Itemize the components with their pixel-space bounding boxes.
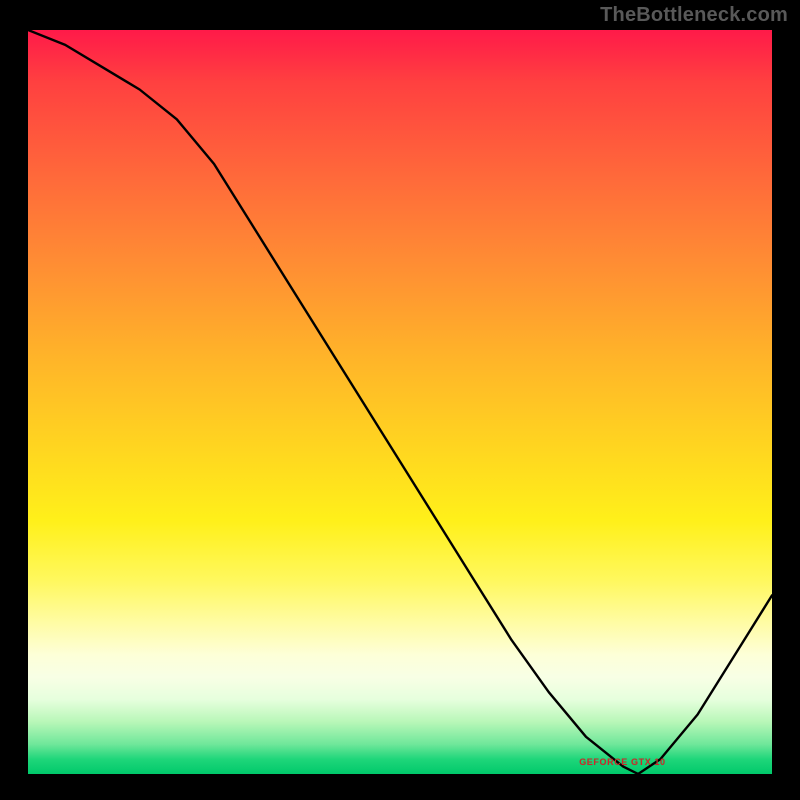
plot-frame: GEFORCE GTX 10 — [28, 30, 772, 774]
chart-root: TheBottleneck.com GEFORCE GTX 10 — [0, 0, 800, 800]
attribution-text: TheBottleneck.com — [600, 4, 788, 27]
series-layer — [28, 30, 772, 774]
plot-area: GEFORCE GTX 10 — [28, 30, 772, 774]
minima-annotation: GEFORCE GTX 10 — [579, 757, 665, 767]
bottleneck-curve — [28, 30, 772, 774]
